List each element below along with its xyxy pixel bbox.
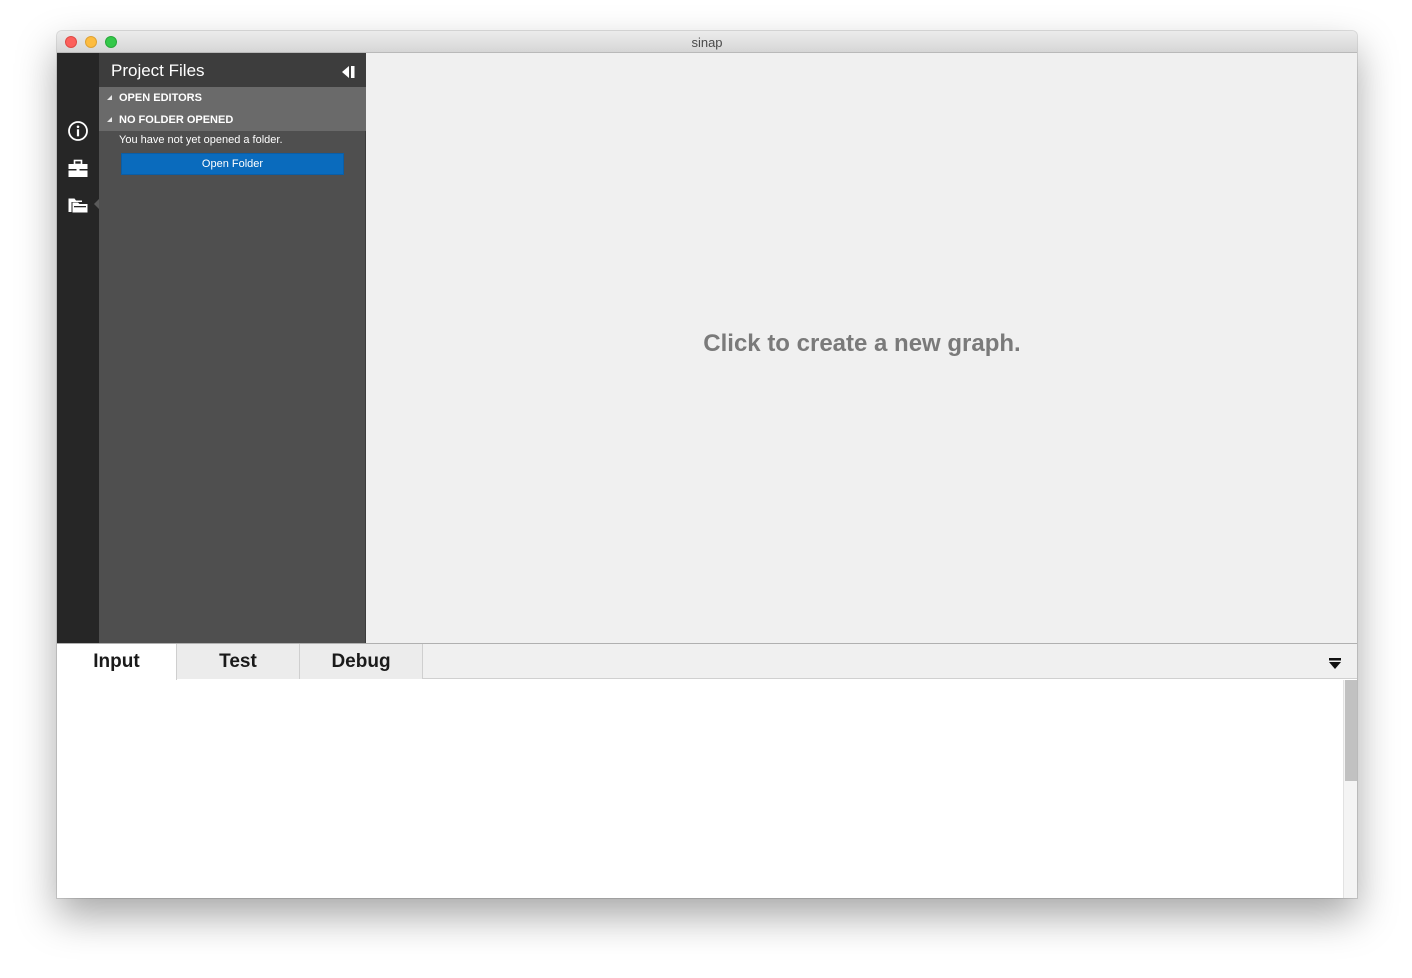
sidebar-header: Project Files — [99, 53, 366, 87]
tab-debug[interactable]: Debug — [300, 644, 423, 679]
collapse-sidebar-icon[interactable] — [342, 64, 356, 78]
no-folder-message: You have not yet opened a folder. — [119, 134, 283, 146]
folders-icon[interactable] — [66, 193, 90, 217]
section-open-editors[interactable]: OPEN EDITORS — [99, 87, 366, 109]
title-bar[interactable]: sinap — [57, 31, 1357, 53]
sidebar-title: Project Files — [111, 61, 205, 80]
tab-test[interactable]: Test — [177, 644, 300, 679]
window-title: sinap — [691, 35, 723, 50]
toolbox-icon[interactable] — [66, 157, 90, 181]
caret-down-icon — [107, 117, 112, 122]
create-graph-message[interactable]: Click to create a new graph. — [367, 330, 1357, 358]
info-icon[interactable] — [66, 119, 90, 143]
editor-area[interactable]: Click to create a new graph. — [367, 53, 1357, 644]
caret-down-icon — [107, 95, 112, 100]
activity-bar — [57, 53, 99, 644]
section-no-folder-opened[interactable]: NO FOLDER OPENED — [99, 109, 366, 131]
panel-content[interactable] — [57, 680, 1343, 898]
collapse-panel-icon[interactable] — [1328, 656, 1342, 670]
panel-scrollbar[interactable] — [1343, 680, 1357, 898]
panel-tab-bar: Input Test Debug — [57, 644, 1357, 680]
scrollbar-thumb[interactable] — [1345, 680, 1357, 781]
bottom-panel: Input Test Debug — [57, 643, 1357, 898]
sidebar: Project Files OPEN EDITORS NO FOLDER OPE… — [99, 53, 366, 644]
app-window: sinap Project Files OPEN EDITORS NO FOLD… — [57, 31, 1357, 898]
tab-input[interactable]: Input — [57, 644, 177, 680]
open-folder-button[interactable]: Open Folder — [121, 153, 344, 175]
section-label: NO FOLDER OPENED — [119, 114, 234, 126]
section-label: OPEN EDITORS — [119, 92, 202, 104]
